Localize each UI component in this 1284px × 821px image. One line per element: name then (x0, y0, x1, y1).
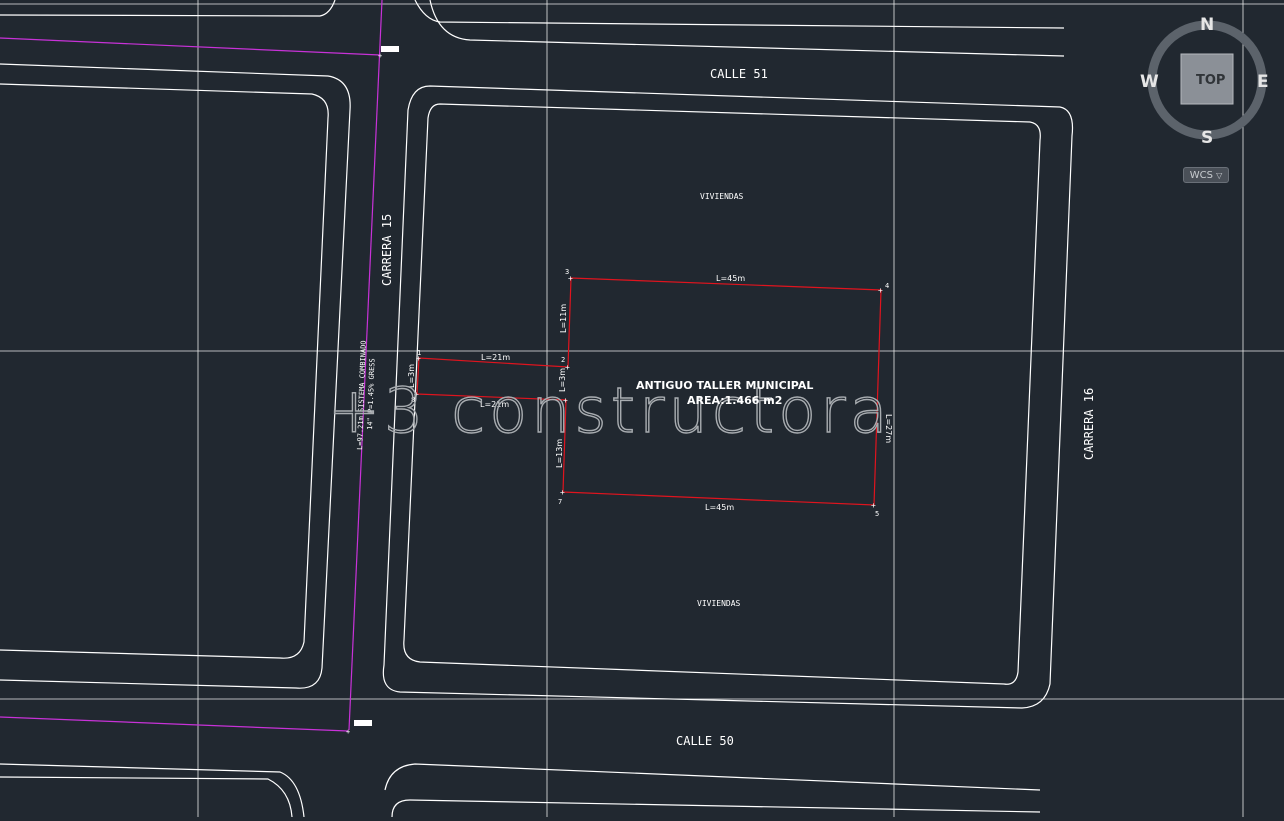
svg-text:+: + (346, 728, 350, 736)
street-label-calle-51: CALLE 51 (710, 67, 768, 81)
vertex-7: 7 (558, 498, 562, 506)
lot-area: AREA:1.466 m2 (687, 394, 782, 407)
compass-west[interactable]: W (1140, 72, 1159, 92)
block-label-viviendas-bottom: VIVIENDAS (697, 599, 741, 608)
wcs-menu-button[interactable]: WCS ▽ (1183, 167, 1229, 183)
lot-title: ANTIGUO TALLER MUNICIPAL (636, 379, 813, 392)
vertex-5: 5 (875, 510, 879, 518)
vertex-1: 1 (417, 349, 421, 357)
dim-access-top: L=21m (481, 353, 510, 362)
vertex-3: 3 (565, 268, 569, 276)
street-label-carrera-16: CARRERA 16 (1082, 388, 1096, 460)
wcs-label: WCS (1189, 170, 1213, 181)
vertex-4: 4 (885, 282, 889, 290)
svg-text:+: + (378, 52, 382, 60)
drawing-viewport[interactable]: + + + + + + + + + + CALLE 51 CALLE 50 CA… (0, 0, 1284, 818)
svg-text:+: + (871, 501, 876, 510)
dim-left-upper: L=11m (559, 304, 568, 333)
street-label-carrera-15: CARRERA 15 (380, 214, 394, 286)
compass-south[interactable]: S (1201, 128, 1213, 148)
dim-bottom: L=45m (705, 503, 734, 512)
svg-text:+: + (560, 488, 565, 497)
block-label-viviendas-top: VIVIENDAS (700, 192, 744, 201)
street-label-calle-50: CALLE 50 (676, 734, 734, 748)
vertex-2: 2 (561, 356, 565, 364)
viewcube-top-label: TOP (1196, 73, 1225, 88)
chevron-down-icon: ▽ (1216, 171, 1223, 180)
dim-top: L=45m (716, 274, 745, 283)
compass-north[interactable]: N (1200, 15, 1214, 35)
compass-east[interactable]: E (1257, 72, 1269, 92)
viewcube[interactable]: TOP N S E W (1140, 15, 1269, 148)
svg-text:+: + (878, 286, 883, 295)
